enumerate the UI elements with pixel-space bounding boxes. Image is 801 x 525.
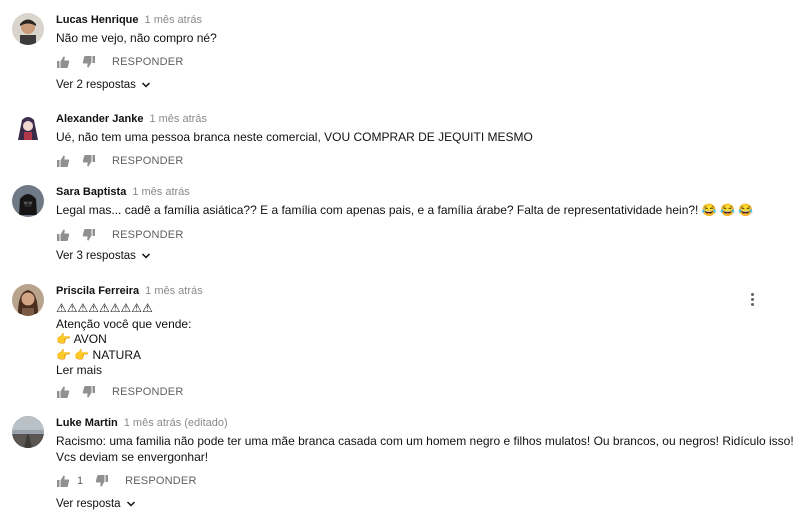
comment-actions: RESPONDER: [56, 227, 183, 243]
comment-line: ⚠⚠⚠⚠⚠⚠⚠⚠⚠: [56, 301, 153, 315]
comment-time[interactable]: 1 mês atrás: [145, 14, 202, 26]
thumbs-down-icon[interactable]: [82, 385, 96, 399]
thumbs-up-icon[interactable]: [56, 385, 70, 399]
view-replies-label: Ver resposta: [56, 498, 121, 510]
view-replies-label: Ver 3 respostas: [56, 250, 136, 262]
reply-button[interactable]: RESPONDER: [125, 475, 196, 487]
thumbs-up-icon[interactable]: [56, 228, 70, 242]
comment-actions: RESPONDER: [56, 54, 183, 70]
chevron-down-icon: [141, 82, 150, 88]
avatar[interactable]: [12, 13, 44, 45]
reply-button[interactable]: RESPONDER: [112, 155, 183, 167]
avatar[interactable]: [12, 284, 44, 316]
thumbs-down-icon[interactable]: [95, 474, 109, 488]
more-vert-icon[interactable]: [746, 291, 758, 307]
comment-author[interactable]: Luke Martin: [56, 417, 118, 429]
comment-text: Legal mas... cadê a família asiática?? E…: [56, 203, 753, 219]
comment-time[interactable]: 1 mês atrás: [132, 186, 189, 198]
comment-actions: 1 RESPONDER: [56, 473, 197, 489]
avatar[interactable]: [12, 185, 44, 217]
comment-line: Vcs deviam se envergonhar!: [56, 449, 209, 464]
view-replies-button[interactable]: Ver 3 respostas: [56, 250, 151, 262]
comment-actions: RESPONDER: [56, 384, 183, 400]
comment-time[interactable]: 1 mês atrás (editado): [124, 417, 228, 429]
comment-actions: RESPONDER: [56, 153, 183, 169]
comment-time[interactable]: 1 mês atrás: [149, 113, 206, 125]
thumbs-up-icon[interactable]: [56, 55, 70, 69]
comment-line: Atenção você que vende:: [56, 316, 192, 331]
thumbs-down-icon[interactable]: [82, 154, 96, 168]
comment-text: Racismo: uma familia não pode ter uma mã…: [56, 434, 794, 465]
reply-button[interactable]: RESPONDER: [112, 56, 183, 68]
view-replies-button[interactable]: Ver 2 respostas: [56, 79, 151, 91]
read-more-link[interactable]: Ler mais: [56, 363, 102, 377]
thumbs-down-icon[interactable]: [82, 228, 96, 242]
comment-text: Ué, não tem uma pessoa branca neste come…: [56, 130, 533, 146]
comment-author[interactable]: Priscila Ferreira: [56, 285, 139, 297]
avatar[interactable]: [12, 112, 44, 144]
comment-line: Ué, não tem uma pessoa branca neste come…: [56, 130, 533, 144]
comment-time[interactable]: 1 mês atrás: [145, 285, 202, 297]
avatar[interactable]: [12, 416, 44, 448]
view-replies-button[interactable]: Ver resposta: [56, 498, 136, 510]
reply-button[interactable]: RESPONDER: [112, 229, 183, 241]
comment-line: Legal mas... cadê a família asiática?? E…: [56, 203, 754, 217]
chevron-down-icon: [126, 501, 135, 507]
like-count: 1: [77, 475, 84, 487]
chevron-down-icon: [141, 253, 150, 259]
comment-line: Racismo: uma familia não pode ter uma mã…: [56, 434, 794, 448]
comment-text: ⚠⚠⚠⚠⚠⚠⚠⚠⚠ Atenção você que vende: 👉 AVON…: [56, 301, 191, 363]
thumbs-down-icon[interactable]: [82, 55, 96, 69]
thumbs-up-icon[interactable]: [56, 474, 70, 488]
view-replies-label: Ver 2 respostas: [56, 79, 136, 91]
comment-author[interactable]: Lucas Henrique: [56, 14, 139, 26]
reply-button[interactable]: RESPONDER: [112, 386, 183, 398]
comment-line: Não me vejo, não compro né?: [56, 31, 217, 45]
comment-author[interactable]: Alexander Janke: [56, 113, 143, 125]
comment-line: 👉 👉 NATURA: [56, 347, 141, 362]
thumbs-up-icon[interactable]: [56, 154, 70, 168]
comment-text: Não me vejo, não compro né?: [56, 31, 217, 47]
comment-line: 👉 AVON: [56, 332, 107, 346]
comment-author[interactable]: Sara Baptista: [56, 186, 126, 198]
